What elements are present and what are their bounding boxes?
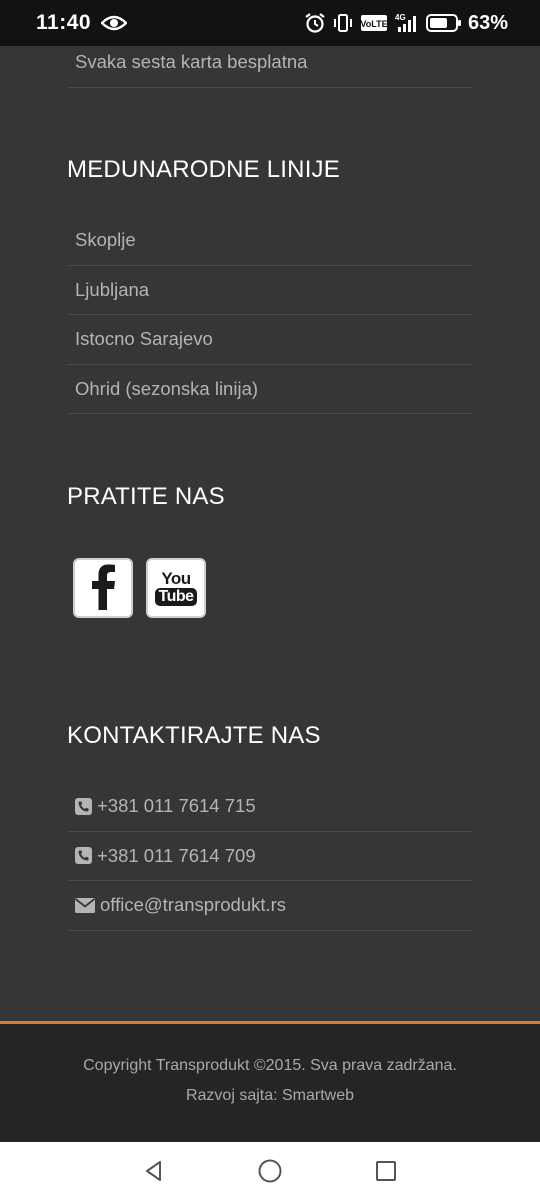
promo-list: Svaka sesta karta besplatna (67, 38, 472, 88)
facebook-icon (83, 562, 123, 614)
copyright-bar: Copyright Transprodukt ©2015. Sva prava … (0, 1024, 540, 1142)
youtube-label-top: You (161, 569, 191, 588)
social-links: You Tube (73, 558, 206, 618)
home-circle-icon (258, 1159, 282, 1182)
line-link-skoplje[interactable]: Skoplje (67, 216, 472, 266)
phone-icon (75, 797, 93, 815)
vibrate-icon (332, 12, 354, 34)
line-link-ljubljana[interactable]: Ljubljana (67, 266, 472, 315)
line-link-ohrid[interactable]: Ohrid (sezonska linija) (67, 365, 472, 414)
home-button[interactable] (252, 1153, 288, 1189)
contact-email[interactable]: office@transprodukt.rs (67, 881, 472, 931)
contact-phone-1-text: +381 011 7614 715 (97, 795, 256, 817)
svg-text:VoLTE: VoLTE (360, 19, 387, 29)
contact-heading: KONTAKTIRAJTE NAS (67, 722, 321, 749)
international-lines-heading: MEDUNARODNE LINIJE (67, 156, 340, 183)
battery-percent: 63% (467, 11, 508, 34)
envelope-icon (75, 897, 96, 913)
promo-link[interactable]: Svaka sesta karta besplatna (67, 38, 472, 88)
youtube-icon: You Tube (155, 569, 197, 606)
battery-icon (425, 13, 462, 33)
line-link-istocno-sarajevo[interactable]: Istocno Sarajevo (67, 315, 472, 365)
alarm-icon (304, 12, 326, 34)
contact-list: +381 011 7614 715 +381 011 7614 709 offi… (67, 782, 472, 931)
back-triangle-icon (146, 1160, 161, 1181)
back-button[interactable] (136, 1153, 172, 1189)
phone-icon (75, 847, 93, 865)
contact-email-text: office@transprodukt.rs (100, 894, 287, 916)
svg-text:4G: 4G (395, 13, 406, 22)
contact-phone-2[interactable]: +381 011 7614 709 (67, 832, 472, 881)
international-lines-list: Skoplje Ljubljana Istocno Sarajevo Ohrid… (67, 216, 472, 414)
status-time: 11:40 (36, 11, 92, 34)
youtube-label-bottom: Tube (155, 588, 197, 606)
recents-button[interactable] (368, 1153, 404, 1189)
credits-link[interactable]: Razvoj sajta: Smartweb (0, 1087, 540, 1105)
follow-us-heading: PRATITE NAS (67, 483, 225, 510)
contact-phone-1[interactable]: +381 011 7614 715 (67, 782, 472, 832)
eye-icon (101, 14, 128, 32)
footer-content: Svaka sesta karta besplatna MEDUNARODNE … (0, 46, 540, 1023)
facebook-button[interactable] (73, 558, 133, 618)
recents-square-icon (376, 1160, 396, 1181)
youtube-button[interactable]: You Tube (146, 558, 206, 618)
navigation-bar (0, 1142, 540, 1199)
contact-phone-2-text: +381 011 7614 709 (97, 844, 256, 866)
volte-icon: VoLTE (360, 13, 388, 33)
copyright-text: Copyright Transprodukt ©2015. Sva prava … (83, 1057, 457, 1074)
signal-icon: 4G (394, 12, 420, 34)
